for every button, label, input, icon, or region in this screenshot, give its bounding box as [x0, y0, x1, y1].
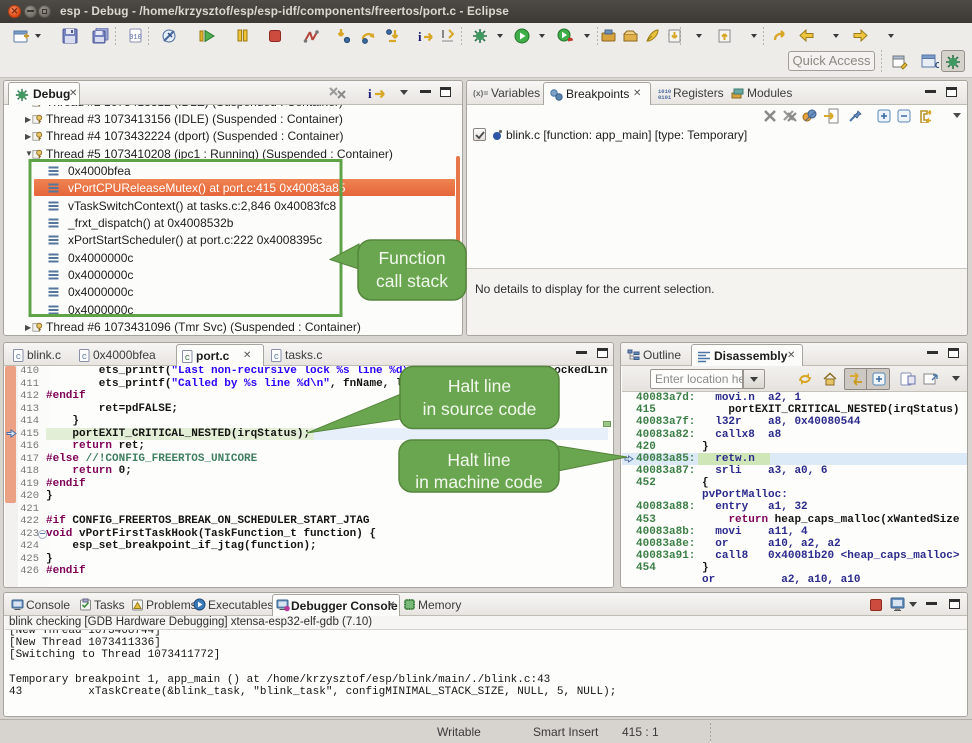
svg-text:Halt line: Halt line — [448, 376, 511, 396]
svg-text:Halt line: Halt line — [447, 450, 510, 470]
svg-text:call stack: call stack — [376, 271, 448, 291]
svg-text:Function: Function — [378, 248, 445, 268]
svg-text:in source code: in source code — [423, 399, 537, 419]
svg-text:in machine code: in machine code — [415, 472, 542, 492]
